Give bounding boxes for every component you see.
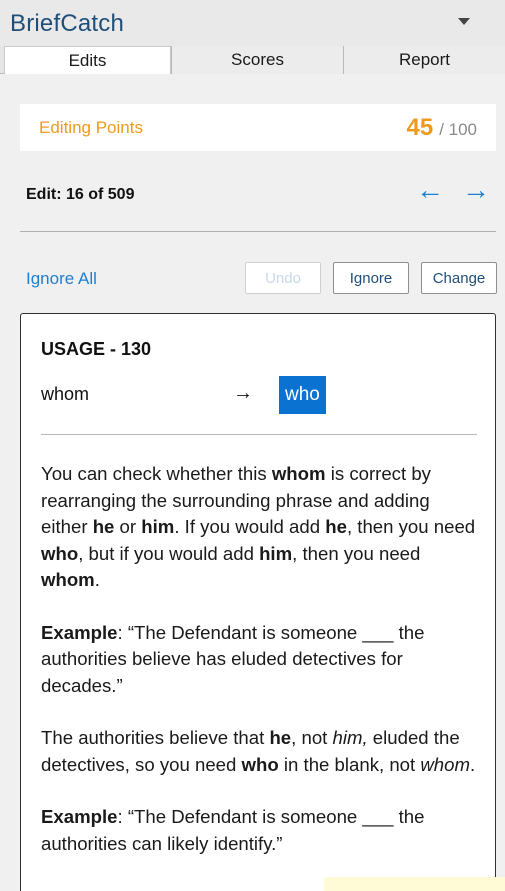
text-run: whom xyxy=(420,753,470,775)
text-run: Example xyxy=(41,806,118,827)
tab-scores[interactable]: Scores xyxy=(171,46,344,74)
rule-title: USAGE - 130 xyxy=(41,339,152,359)
text-run: he xyxy=(325,516,347,537)
text-run: him xyxy=(259,542,293,564)
text-run: or xyxy=(114,516,142,537)
chevron-down-icon[interactable] xyxy=(458,18,470,25)
text-run: . xyxy=(469,753,476,775)
text-run: him xyxy=(141,516,175,537)
replacement-word[interactable]: who xyxy=(279,376,326,414)
editing-points-card: Editing Points 45 / 100 xyxy=(20,104,496,151)
explanation-text: You can check whether this whom is corre… xyxy=(41,461,481,883)
ignore-button[interactable]: Ignore xyxy=(333,262,409,294)
previous-edit-arrow-icon[interactable]: ← xyxy=(416,176,444,204)
tab-edits[interactable]: Edits xyxy=(4,46,171,74)
explanation-paragraph: Example: “The Defendant is someone ___ t… xyxy=(41,620,481,700)
explanation-paragraph: The authorities believe that he, not him… xyxy=(41,725,481,778)
text-run: , then you need xyxy=(346,516,476,537)
text-run: , but if you would add xyxy=(78,542,260,564)
editing-points-label: Editing Points xyxy=(39,118,143,137)
text-run: You can check whether this xyxy=(41,463,272,484)
editing-points-total: / 100 xyxy=(439,120,477,139)
tab-bar: Edits Scores Report xyxy=(0,46,505,74)
explanation-paragraph: You can check whether this whom is corre… xyxy=(41,461,481,594)
ignore-all-link[interactable]: Ignore All xyxy=(26,269,97,289)
text-run: who xyxy=(41,542,79,564)
text-run: he xyxy=(269,727,292,748)
text-run: , not xyxy=(291,727,333,748)
next-edit-arrow-icon[interactable]: → xyxy=(462,176,490,204)
suggestion-card: USAGE - 130 whom → who You can check whe… xyxy=(20,313,496,891)
text-run: in the blank, not xyxy=(278,753,421,775)
text-run: Example xyxy=(41,621,118,643)
text-run: . xyxy=(94,569,100,590)
text-run: whom xyxy=(271,463,326,484)
card-divider xyxy=(41,434,477,435)
tab-report[interactable]: Report xyxy=(344,46,505,74)
text-run: him, xyxy=(332,727,368,748)
editing-points-score: 45 / 100 xyxy=(406,114,477,142)
text-run: whom xyxy=(41,569,95,590)
title-bar: BriefCatch xyxy=(0,0,505,46)
text-run: . If you would add xyxy=(174,516,326,537)
original-word: whom xyxy=(41,384,90,404)
explanation-paragraph: Example: “The Defendant is someone ___ t… xyxy=(41,804,481,857)
text-run: who xyxy=(241,753,279,775)
text-run: he xyxy=(92,516,115,537)
highlight-strip xyxy=(324,877,505,891)
app-title: BriefCatch xyxy=(10,10,125,37)
text-run: , then you need xyxy=(292,542,421,564)
edit-counter: Edit: 16 of 509 xyxy=(26,186,135,203)
undo-button[interactable]: Undo xyxy=(245,262,321,294)
divider xyxy=(20,231,496,232)
change-button[interactable]: Change xyxy=(421,262,497,294)
arrow-right-icon: → xyxy=(233,382,253,404)
text-run: The authorities believe that xyxy=(41,727,270,748)
editing-points-current: 45 xyxy=(406,114,434,141)
